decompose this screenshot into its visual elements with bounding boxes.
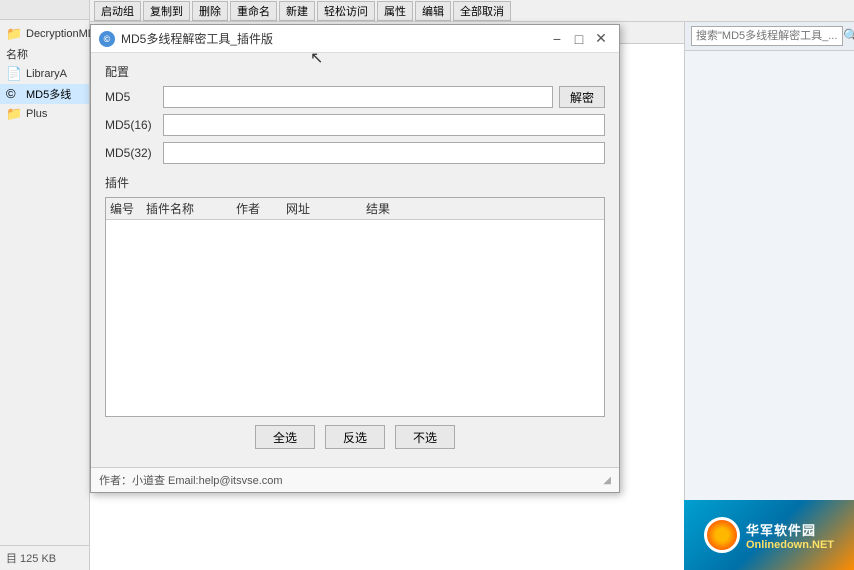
file-icon: 📄 (6, 66, 22, 82)
right-panel: 🔍 (684, 22, 854, 570)
left-panel-item-label-md5: MD5多线 (26, 86, 71, 102)
field-row-md5-16: MD5(16) (105, 114, 605, 136)
left-panel-item-decryptionmd5[interactable]: 📁 DecryptionMD5 (0, 24, 89, 44)
toolbar-btn-quanbuchexiao[interactable]: 全部取消 (453, 1, 511, 21)
plugin-table-header: 编号 插件名称 作者 网址 结果 (106, 198, 604, 220)
config-section-label: 配置 (105, 63, 605, 80)
field-input-md5-16[interactable] (163, 114, 605, 136)
toolbar-btn-fuzhidao[interactable]: 复制到 (143, 1, 190, 21)
plugin-col-name-header: 插件名称 (146, 200, 236, 217)
decrypt-button[interactable]: 解密 (559, 86, 605, 108)
minimize-button[interactable]: − (547, 29, 567, 49)
invert-select-button[interactable]: 反选 (325, 425, 385, 449)
field-label-md5-32: MD5(32) (105, 146, 163, 160)
plugin-section: 插件 编号 插件名称 作者 网址 结果 全选 反选 不选 (105, 174, 605, 449)
dialog-body: 配置 MD5 解密 MD5(16) MD5(32) 插件 (91, 53, 619, 467)
left-panel-item-name-header[interactable]: 名称 (0, 44, 89, 64)
toolbar-btn-chongmingming[interactable]: 重命名 (230, 1, 277, 21)
toolbar-btn-qingsongfangwen[interactable]: 轻松访问 (317, 1, 375, 21)
folder-icon-plus: 📁 (6, 106, 22, 122)
field-row-md5-32: MD5(32) (105, 142, 605, 164)
logo-cn-text: 华军软件园 (746, 520, 834, 539)
toolbar-btn-qidongzu[interactable]: 启动组 (94, 1, 141, 21)
field-input-md5-32[interactable] (163, 142, 605, 164)
search-icon[interactable]: 🔍 (843, 26, 854, 46)
dialog-titlebar: © MD5多线程解密工具_插件版 − □ ✕ (91, 25, 619, 53)
statusbar-text: 作者：小道查 Email:help@itsvse.com (99, 472, 283, 488)
app-icon: © (6, 86, 22, 102)
toolbar-btn-bianji[interactable]: 编辑 (415, 1, 451, 21)
dialog-statusbar: 作者：小道查 Email:help@itsvse.com ◢ (91, 467, 619, 492)
left-panel-items: 📁 DecryptionMD5 名称 📄 LibraryA © MD5多线 📁 … (0, 20, 89, 545)
search-bar: 🔍 (685, 22, 854, 51)
dialog-title-text: MD5多线程解密工具_插件版 (121, 30, 545, 47)
top-toolbar: 启动组 复制到 删除 重命名 新建 轻松访问 属性 编辑 全部取消 (90, 0, 854, 22)
dialog-title-icon: © (99, 31, 115, 47)
select-all-button[interactable]: 全选 (255, 425, 315, 449)
config-section: 配置 MD5 解密 MD5(16) MD5(32) (105, 63, 605, 164)
toolbar-btn-shuxing[interactable]: 属性 (377, 1, 413, 21)
left-panel-status: 目 125 KB (0, 545, 89, 570)
search-input[interactable] (691, 26, 843, 46)
logo-circle (704, 517, 740, 553)
left-panel-item-librarya[interactable]: 📄 LibraryA (0, 64, 89, 84)
field-input-md5[interactable] (163, 86, 553, 108)
field-row-md5: MD5 解密 (105, 86, 605, 108)
plugin-col-result-header: 结果 (366, 200, 600, 217)
plugin-table: 编号 插件名称 作者 网址 结果 (105, 197, 605, 417)
field-label-md5-16: MD5(16) (105, 118, 163, 132)
logo-en-text: Onlinedown.NET (746, 539, 834, 551)
plugin-section-label: 插件 (105, 174, 605, 191)
plugin-col-no-header: 编号 (110, 200, 146, 217)
left-panel-item-label-name: 名称 (6, 46, 28, 62)
left-panel-item-label-librarya: LibraryA (26, 68, 67, 80)
left-panel-item-plus[interactable]: 📁 Plus (0, 104, 89, 124)
plugin-actions: 全选 反选 不选 (105, 425, 605, 449)
resize-handle-icon: ◢ (603, 475, 611, 486)
toolbar-btn-xinjian[interactable]: 新建 (279, 1, 315, 21)
plugin-col-url-header: 网址 (286, 200, 366, 217)
bottom-logo: 华军软件园 Onlinedown.NET (684, 500, 854, 570)
plugin-col-author-header: 作者 (236, 200, 286, 217)
dialog-window: © MD5多线程解密工具_插件版 − □ ✕ 配置 MD5 解密 MD5(16)… (90, 24, 620, 493)
deselect-button[interactable]: 不选 (395, 425, 455, 449)
close-button[interactable]: ✕ (591, 29, 611, 49)
field-label-md5: MD5 (105, 90, 163, 104)
left-panel: 📁 DecryptionMD5 名称 📄 LibraryA © MD5多线 📁 … (0, 0, 90, 570)
left-panel-item-label-plus: Plus (26, 108, 47, 120)
left-panel-item-md5[interactable]: © MD5多线 (0, 84, 89, 104)
plugin-table-body (106, 220, 604, 416)
toolbar-btn-shanchu[interactable]: 删除 (192, 1, 228, 21)
folder-icon: 📁 (6, 26, 22, 42)
maximize-button[interactable]: □ (569, 29, 589, 49)
left-panel-top (0, 0, 89, 20)
